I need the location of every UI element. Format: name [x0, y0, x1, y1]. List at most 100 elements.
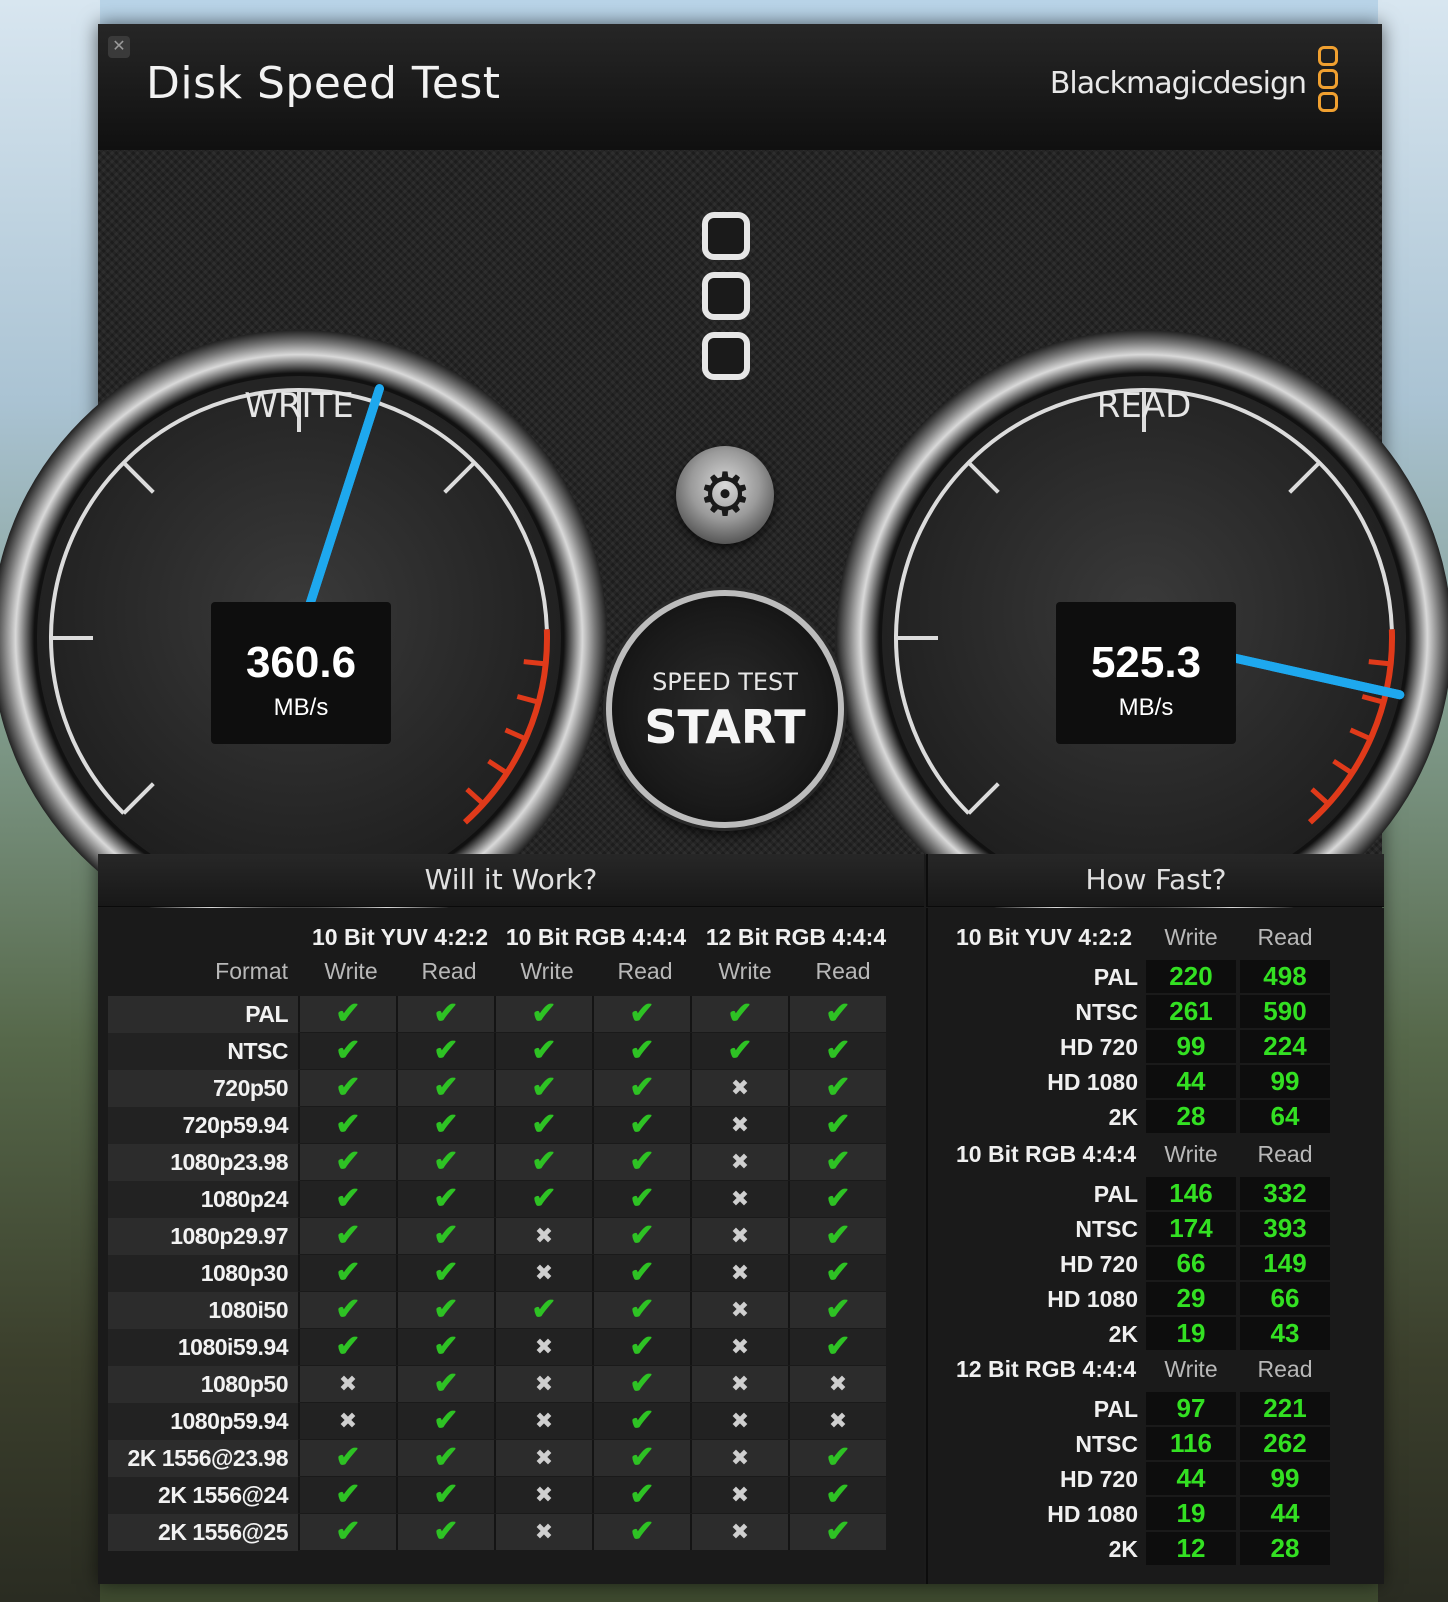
read-speed-value: 28 — [1240, 1532, 1330, 1565]
how-fast-row-label: HD 720 — [1060, 1251, 1138, 1277]
checkmark-icon: ✔ — [788, 1144, 886, 1180]
cross-icon: ✖ — [690, 1329, 788, 1365]
how-fast-row-label: NTSC — [1075, 999, 1138, 1025]
cross-icon: ✖ — [298, 1403, 396, 1439]
write-speed-value: 146 — [1146, 1177, 1236, 1210]
checkmark-icon: ✔ — [592, 1514, 690, 1550]
cross-icon: ✖ — [690, 1218, 788, 1254]
format-label: 1080p23.98 — [108, 1144, 298, 1181]
checkmark-icon: ✔ — [298, 1329, 396, 1365]
group-header-yuv422: 10 Bit YUV 4:2:2 — [312, 924, 488, 950]
read-speed-value: 332 — [1240, 1177, 1330, 1210]
checkmark-icon: ✔ — [788, 1329, 886, 1365]
how-fast-row: HD 1080 44 99 — [928, 1065, 1384, 1100]
format-label: 1080p24 — [108, 1181, 298, 1218]
table-row: 1080p30 ✔ ✔ ✖ ✔ ✖ ✔ — [108, 1255, 886, 1292]
checkmark-icon: ✔ — [298, 1292, 396, 1328]
checkmark-icon: ✔ — [396, 1366, 494, 1402]
table-row: 1080p59.94 ✖ ✔ ✖ ✔ ✖ ✖ — [108, 1403, 886, 1440]
table-row: 1080p50 ✖ ✔ ✖ ✔ ✖ ✖ — [108, 1366, 886, 1403]
cross-icon: ✖ — [690, 1107, 788, 1143]
checkmark-icon: ✔ — [592, 1033, 690, 1069]
cross-icon: ✖ — [298, 1366, 396, 1402]
write-label: WRITE — [244, 386, 354, 426]
checkmark-icon: ✔ — [592, 1403, 690, 1439]
settings-button[interactable]: ⚙ — [676, 446, 774, 544]
write-speed-value: 12 — [1146, 1532, 1236, 1565]
read-speed-value: 99 — [1240, 1065, 1330, 1098]
checkmark-icon: ✔ — [396, 1070, 494, 1106]
how-fast-row-label: PAL — [1093, 964, 1138, 990]
read-speed-value: 221 — [1240, 1392, 1330, 1425]
table-row: 2K 1556@23.98 ✔ ✔ ✖ ✔ ✖ ✔ — [108, 1440, 886, 1477]
how-fast-row-label: HD 720 — [1060, 1034, 1138, 1060]
table-row: 1080i50 ✔ ✔ ✔ ✔ ✖ ✔ — [108, 1292, 886, 1329]
format-label: 1080p29.97 — [108, 1218, 298, 1255]
format-label: 1080p50 — [108, 1366, 298, 1403]
table-row: 1080i59.94 ✔ ✔ ✖ ✔ ✖ ✔ — [108, 1329, 886, 1366]
checkmark-icon: ✔ — [592, 1440, 690, 1476]
how-fast-row-label: NTSC — [1075, 1431, 1138, 1457]
cross-icon: ✖ — [788, 1403, 886, 1439]
cross-icon: ✖ — [494, 1514, 592, 1550]
checkmark-icon: ✔ — [396, 1440, 494, 1476]
how-fast-row-label: 2K — [1108, 1536, 1138, 1562]
write-speed-value: 44 — [1146, 1462, 1236, 1495]
cross-icon: ✖ — [690, 1440, 788, 1476]
how-fast-group-title: 10 Bit RGB 4:4:4 — [956, 1141, 1137, 1167]
table-row: 720p59.94 ✔ ✔ ✔ ✔ ✖ ✔ — [108, 1107, 886, 1144]
read-speed-value: 43 — [1240, 1317, 1330, 1350]
checkmark-icon: ✔ — [788, 1440, 886, 1476]
format-label: 2K 1556@24 — [108, 1477, 298, 1514]
read-speed-value: 66 — [1240, 1282, 1330, 1315]
checkmark-icon: ✔ — [396, 1181, 494, 1217]
checkmark-icon: ✔ — [396, 1144, 494, 1180]
how-fast-row-label: HD 1080 — [1047, 1501, 1138, 1527]
checkmark-icon: ✔ — [592, 1477, 690, 1513]
checkmark-icon: ✔ — [396, 1255, 494, 1291]
table-row: 720p50 ✔ ✔ ✔ ✔ ✖ ✔ — [108, 1070, 886, 1107]
checkmark-icon: ✔ — [788, 1181, 886, 1217]
read-speed-value: 590 — [1240, 995, 1330, 1028]
format-label: 720p50 — [108, 1070, 298, 1107]
how-fast-write-header: Write — [1164, 1356, 1218, 1382]
how-fast-row-label: PAL — [1093, 1181, 1138, 1207]
checkmark-icon: ✔ — [788, 1255, 886, 1291]
checkmark-icon: ✔ — [396, 1514, 494, 1550]
format-label: 1080i59.94 — [108, 1329, 298, 1366]
checkmark-icon: ✔ — [298, 1255, 396, 1291]
checkmark-icon: ✔ — [298, 1514, 396, 1550]
cross-icon: ✖ — [494, 1329, 592, 1365]
checkmark-icon: ✔ — [494, 1292, 592, 1328]
checkmark-icon: ✔ — [494, 1070, 592, 1106]
checkmark-icon: ✔ — [592, 1255, 690, 1291]
group-header-rgb444-12: 12 Bit RGB 4:4:4 — [705, 924, 887, 950]
checkmark-icon: ✔ — [788, 1292, 886, 1328]
cross-icon: ✖ — [690, 1292, 788, 1328]
checkmark-icon: ✔ — [494, 1181, 592, 1217]
start-button[interactable]: SPEED TEST START — [606, 590, 844, 828]
checkmark-icon: ✔ — [396, 1329, 494, 1365]
write-speed-value: 66 — [1146, 1247, 1236, 1280]
checkmark-icon: ✔ — [298, 1218, 396, 1254]
write-speed-value: 99 — [1146, 1030, 1236, 1063]
checkmark-icon: ✔ — [298, 1181, 396, 1217]
format-label: NTSC — [108, 1033, 298, 1070]
read-speed-value: 262 — [1240, 1427, 1330, 1460]
checkmark-icon: ✔ — [298, 1440, 396, 1476]
write-speed-value: 116 — [1146, 1427, 1236, 1460]
cross-icon: ✖ — [690, 1255, 788, 1291]
read-speed-value: 44 — [1240, 1497, 1330, 1530]
cross-icon: ✖ — [494, 1403, 592, 1439]
cross-icon: ✖ — [690, 1366, 788, 1402]
how-fast-row: PAL 220 498 — [928, 960, 1384, 995]
how-fast-row-label: HD 1080 — [1047, 1286, 1138, 1312]
write-speed-value: 28 — [1146, 1100, 1236, 1133]
write-readout: 360.6 MB/s — [211, 602, 391, 744]
cross-icon: ✖ — [494, 1477, 592, 1513]
col-header-write: Write — [324, 958, 378, 984]
checkmark-icon: ✔ — [592, 1329, 690, 1365]
how-fast-row: NTSC 116 262 — [928, 1427, 1384, 1462]
read-speed-value: 64 — [1240, 1100, 1330, 1133]
write-speed-value: 44 — [1146, 1065, 1236, 1098]
